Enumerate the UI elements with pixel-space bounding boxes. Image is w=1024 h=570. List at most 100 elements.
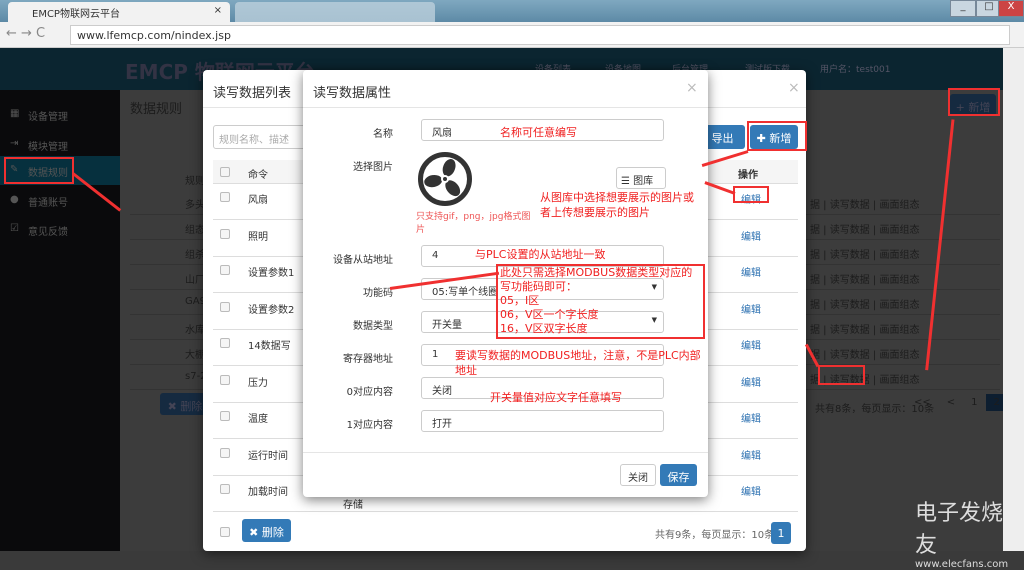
- edit-link[interactable]: 编辑: [741, 301, 761, 316]
- label-function: 功能码: [363, 288, 393, 299]
- bg-row-ops: 据 | 读写数据 | 画面组态: [810, 325, 920, 336]
- page-1[interactable]: 1: [963, 394, 985, 411]
- bg-row-name: 组杀: [185, 250, 205, 261]
- bg-pagination: << < 1 2: [906, 394, 1008, 411]
- label-one: 1对应内容: [346, 420, 393, 431]
- annotation-box: [4, 157, 74, 184]
- close-button[interactable]: 关闭: [620, 464, 656, 486]
- back-icon[interactable]: ← → C: [6, 26, 45, 41]
- text: 05，I区: [500, 294, 540, 307]
- row-checkbox[interactable]: [220, 338, 230, 348]
- row-checkbox[interactable]: [220, 447, 230, 458]
- bg-row-name: 水库: [185, 325, 205, 336]
- footer-checkbox[interactable]: [220, 527, 230, 537]
- row-checkbox[interactable]: [220, 228, 230, 239]
- annotation-function: 此处只需选择MODBUS数据类型对应的写功能码即可： 05，I区 06，V区一个…: [496, 264, 705, 339]
- row-checkbox[interactable]: [220, 301, 230, 312]
- row-command: 风扇: [248, 195, 268, 206]
- address-bar: ← → C www.lfemcp.com/nindex.jsp: [0, 22, 1024, 48]
- annotation-box: [818, 365, 865, 385]
- row-command: 14数据写: [248, 341, 291, 352]
- bg-row-ops: 据 | 读写数据 | 画面组态: [810, 350, 920, 361]
- one-content-input[interactable]: 打开: [421, 410, 664, 432]
- delete-button[interactable]: ✖ 删除: [242, 519, 291, 542]
- page-1-button[interactable]: 1: [771, 522, 791, 544]
- user-icon: ●: [10, 194, 19, 205]
- cell-text: 存储: [343, 500, 363, 511]
- label: 普通账号: [28, 198, 68, 209]
- bg-row-name: 大棚: [185, 350, 205, 361]
- watermark: 电子发烧友 www.elecfans.com: [875, 495, 1024, 570]
- gallery-button[interactable]: ☰ 图库: [616, 167, 666, 189]
- sidebar-item-device[interactable]: ▦ 设备管理: [0, 100, 120, 129]
- edit-link[interactable]: 编辑: [741, 447, 761, 462]
- page-prev[interactable]: <: [939, 394, 963, 411]
- bg-row-ops: 据 | 读写数据 | 画面组态: [810, 250, 920, 261]
- row-command: 设置参数2: [248, 304, 295, 316]
- list-pager-text: 共有9条，每页显示：10条: [655, 530, 775, 541]
- browser-tabbar: EMCP物联网云平台 × _ □ X: [0, 0, 1024, 22]
- label: 图库: [633, 176, 654, 187]
- col-command: 命令: [248, 170, 268, 181]
- label-slave: 设备从站地址: [333, 255, 393, 266]
- tab-emcp[interactable]: EMCP物联网云平台 ×: [8, 2, 230, 22]
- sidebar-item-account[interactable]: ● 普通账号: [0, 186, 120, 215]
- edit-link[interactable]: 编辑: [741, 264, 761, 279]
- close-icon[interactable]: ×: [788, 80, 800, 96]
- url-input[interactable]: www.lfemcp.com/nindex.jsp: [70, 25, 1010, 45]
- annotation-box: [948, 88, 1000, 116]
- row-checkbox[interactable]: [220, 374, 230, 385]
- row-checkbox[interactable]: [220, 192, 230, 202]
- bg-row-ops: 据 | 读写数据 | 画面组态: [810, 225, 920, 236]
- row-command: 加载时间: [248, 487, 288, 498]
- page-title: 数据规则: [130, 102, 183, 117]
- text: 16，V区双字长度: [500, 322, 588, 335]
- grid-icon: ▦: [10, 108, 20, 119]
- edit-link[interactable]: 编辑: [741, 337, 761, 352]
- tab-word[interactable]: [235, 2, 435, 22]
- edit-link[interactable]: 编辑: [741, 228, 761, 243]
- row-checkbox[interactable]: [220, 484, 230, 494]
- bg-row-ops: 据 | 读写数据 | 画面组态: [810, 275, 920, 286]
- select-all-checkbox[interactable]: [220, 167, 230, 177]
- nav-user[interactable]: 用户名：test001: [820, 62, 890, 75]
- label-zero: 0对应内容: [346, 387, 393, 398]
- bg-row-ops: 据 | 读写数据 | 画面组态: [810, 300, 920, 311]
- label-name: 名称: [373, 129, 393, 140]
- annotation-value: 开关量值对应文字任意填写: [490, 391, 622, 404]
- close-icon[interactable]: ×: [686, 80, 698, 96]
- save-button[interactable]: 保存: [660, 464, 697, 486]
- list-search-input[interactable]: 规则名称、描述: [213, 125, 313, 149]
- edit-link[interactable]: 编辑: [741, 483, 761, 498]
- label: 导出: [711, 132, 734, 145]
- close-window-button[interactable]: X: [998, 0, 1024, 17]
- login-icon: ⇥: [10, 138, 19, 149]
- label-datatype: 数据类型: [353, 321, 393, 332]
- row-command: 压力: [248, 377, 268, 389]
- row-checkbox[interactable]: [220, 265, 230, 275]
- annotation-image: 从图库中选择想要展示的图片或者上传想要展示的图片: [540, 191, 694, 219]
- label-image: 选择图片: [353, 162, 393, 173]
- bg-col-header: 规则: [185, 176, 205, 187]
- annotation-box: [747, 121, 807, 151]
- value: 开关量: [432, 320, 462, 331]
- edit-link[interactable]: 编辑: [741, 374, 761, 389]
- bg-row-name: 多头: [185, 200, 205, 211]
- page-first[interactable]: <<: [906, 394, 939, 411]
- sidebar-item-feedback[interactable]: ☑ 意见反馈: [0, 215, 120, 244]
- property-modal-title: 读写数据属性: [303, 70, 708, 108]
- scrollbar[interactable]: [1003, 48, 1024, 551]
- minimize-button[interactable]: _: [950, 0, 976, 17]
- row-checkbox[interactable]: [220, 411, 230, 421]
- label: 删除: [180, 400, 203, 413]
- bg-row-ops: 据 | 读写数据 | 画面组态: [810, 200, 920, 211]
- fan-icon: [418, 152, 472, 206]
- label: 意见反馈: [28, 227, 68, 238]
- watermark-text: 电子发烧友: [915, 501, 1004, 558]
- sidebar-item-module[interactable]: ⇥ 模块管理: [0, 130, 120, 159]
- edit-link[interactable]: 编辑: [741, 410, 761, 425]
- label: 模块管理: [28, 142, 68, 153]
- watermark-url: www.elecfans.com: [915, 559, 1009, 570]
- tab-title: EMCP物联网云平台: [32, 9, 120, 20]
- col-operation: 操作: [738, 170, 758, 181]
